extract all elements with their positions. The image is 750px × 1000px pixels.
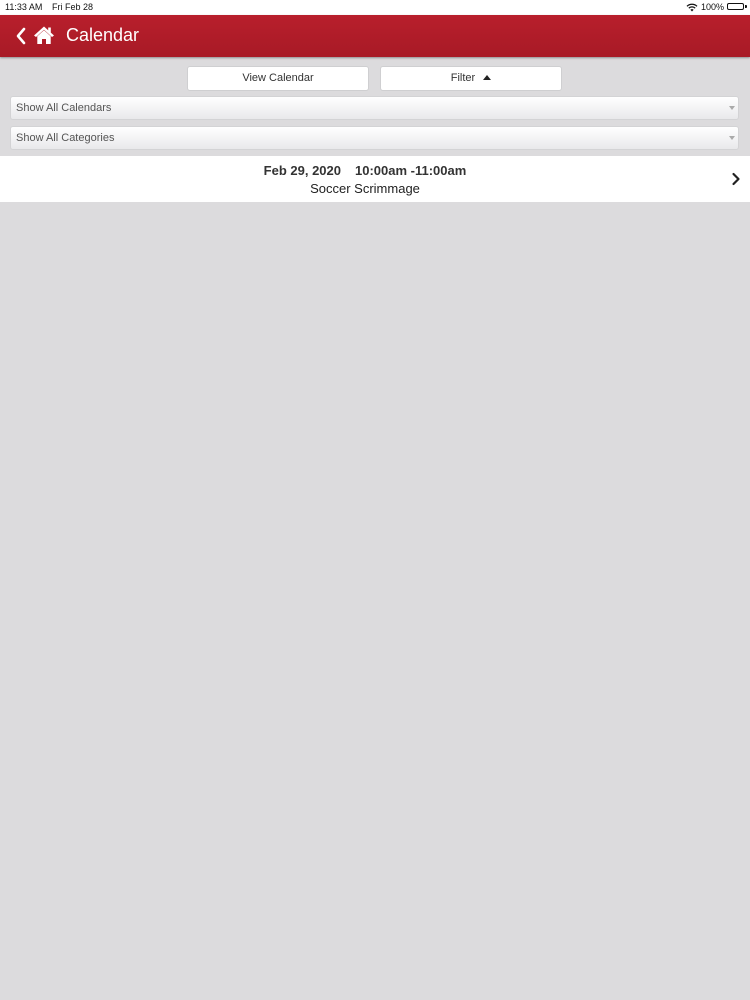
view-calendar-label: View Calendar [242,72,314,84]
home-icon[interactable] [33,25,55,45]
calendars-select-value: Show All Calendars [16,102,112,114]
view-calendar-button[interactable]: View Calendar [187,66,369,91]
calendars-select[interactable]: Show All Calendars [10,96,739,120]
caret-up-icon [483,75,492,80]
wifi-icon [686,3,698,12]
battery-percentage: 100% [701,2,725,12]
chevron-left-icon[interactable] [14,26,28,46]
page-title: Calendar [66,25,140,45]
status-bar: 11:33 AM Fri Feb 28 100% [0,0,750,15]
battery-icon [727,3,744,10]
event-date: Feb 29, 2020 [263,163,341,178]
filter-label: Filter [450,72,476,84]
event-time: 10:00am -11:00am [355,163,467,178]
filter-button[interactable]: Filter [380,66,562,91]
chevron-right-icon [732,172,740,186]
event-list-item[interactable]: Feb 29, 2020 10:00am -11:00am Soccer Scri… [0,156,750,202]
status-time: 11:33 AM [5,2,43,12]
event-datetime: Feb 29, 2020 10:00am -11:00am [0,163,730,178]
categories-select[interactable]: Show All Categories [10,126,739,150]
status-date: Fri Feb 28 [52,2,94,12]
dropdown-arrow-icon [729,106,735,110]
battery-tip [745,5,747,8]
categories-select-value: Show All Categories [16,132,115,144]
event-title: Soccer Scrimmage [310,181,420,196]
app-header: Calendar [0,15,750,57]
dropdown-arrow-icon [729,136,735,140]
